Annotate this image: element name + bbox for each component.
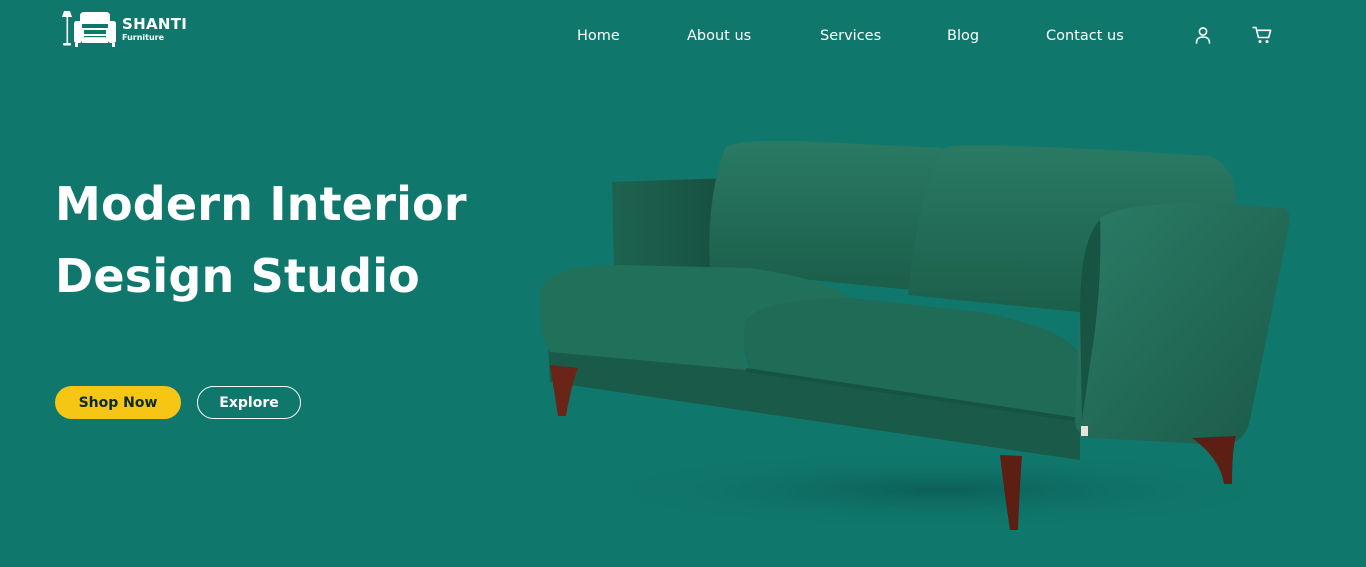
page: SHANTI Furniture Home About us Services … [0,0,1366,567]
explore-button[interactable]: Explore [197,386,301,419]
armchair-lamp-icon [62,11,116,47]
nav-blog[interactable]: Blog [947,24,979,48]
nav-about-us[interactable]: About us [687,24,751,48]
brand-name: SHANTI [122,14,188,33]
nav-services[interactable]: Services [820,24,881,48]
hero-title-line-1: Modern Interior [55,177,467,231]
logo[interactable]: SHANTI Furniture [60,10,187,48]
user-icon[interactable] [1192,24,1214,46]
brand-tagline: Furniture [122,32,165,42]
hero-title: Modern Interior Design Studio [55,168,525,312]
hero-title-line-2: Design Studio [55,249,420,303]
nav-contact-us[interactable]: Contact us [1046,24,1124,48]
nav-home[interactable]: Home [577,24,620,48]
sofa-image [539,140,1300,530]
shop-now-button[interactable]: Shop Now [55,386,181,419]
cart-icon[interactable] [1251,24,1273,46]
